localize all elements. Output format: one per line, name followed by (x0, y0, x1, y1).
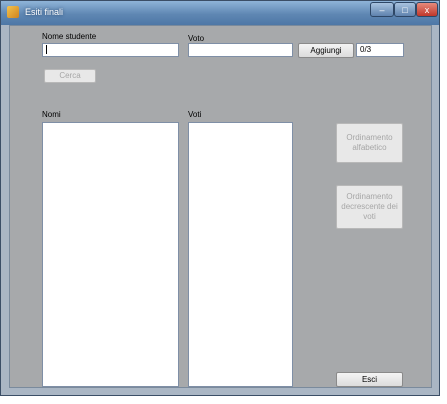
names-list[interactable] (42, 122, 179, 387)
sort-grades-descending-button[interactable]: Ordinamento decrescente dei voti (336, 185, 403, 229)
grades-list[interactable] (188, 122, 293, 387)
sort-alphabetical-button[interactable]: Ordinamento alfabetico (336, 123, 403, 163)
add-button[interactable]: Aggiungi (298, 43, 354, 58)
text-caret (46, 45, 47, 55)
student-name-input[interactable] (42, 43, 179, 57)
close-button[interactable]: x (416, 2, 438, 17)
form-client-area: Nome studente Voto Aggiungi 0/3 Cerca No… (9, 25, 432, 388)
exit-button[interactable]: Esci (336, 372, 403, 387)
title-bar[interactable]: Esiti finali – □ x (1, 1, 439, 25)
names-label: Nomi (42, 110, 61, 119)
grade-input[interactable] (188, 43, 293, 57)
app-icon (7, 6, 19, 18)
search-button[interactable]: Cerca (44, 69, 96, 83)
grades-list-label: Voti (188, 110, 202, 119)
minimize-button[interactable]: – (370, 2, 394, 17)
window-title: Esiti finali (25, 7, 64, 17)
maximize-button[interactable]: □ (394, 2, 416, 17)
grade-label: Voto (188, 34, 205, 43)
counter-field[interactable]: 0/3 (356, 43, 404, 57)
name-label: Nome studente (42, 32, 97, 41)
main-window: Esiti finali – □ x Nome studente Voto Ag… (0, 0, 440, 396)
